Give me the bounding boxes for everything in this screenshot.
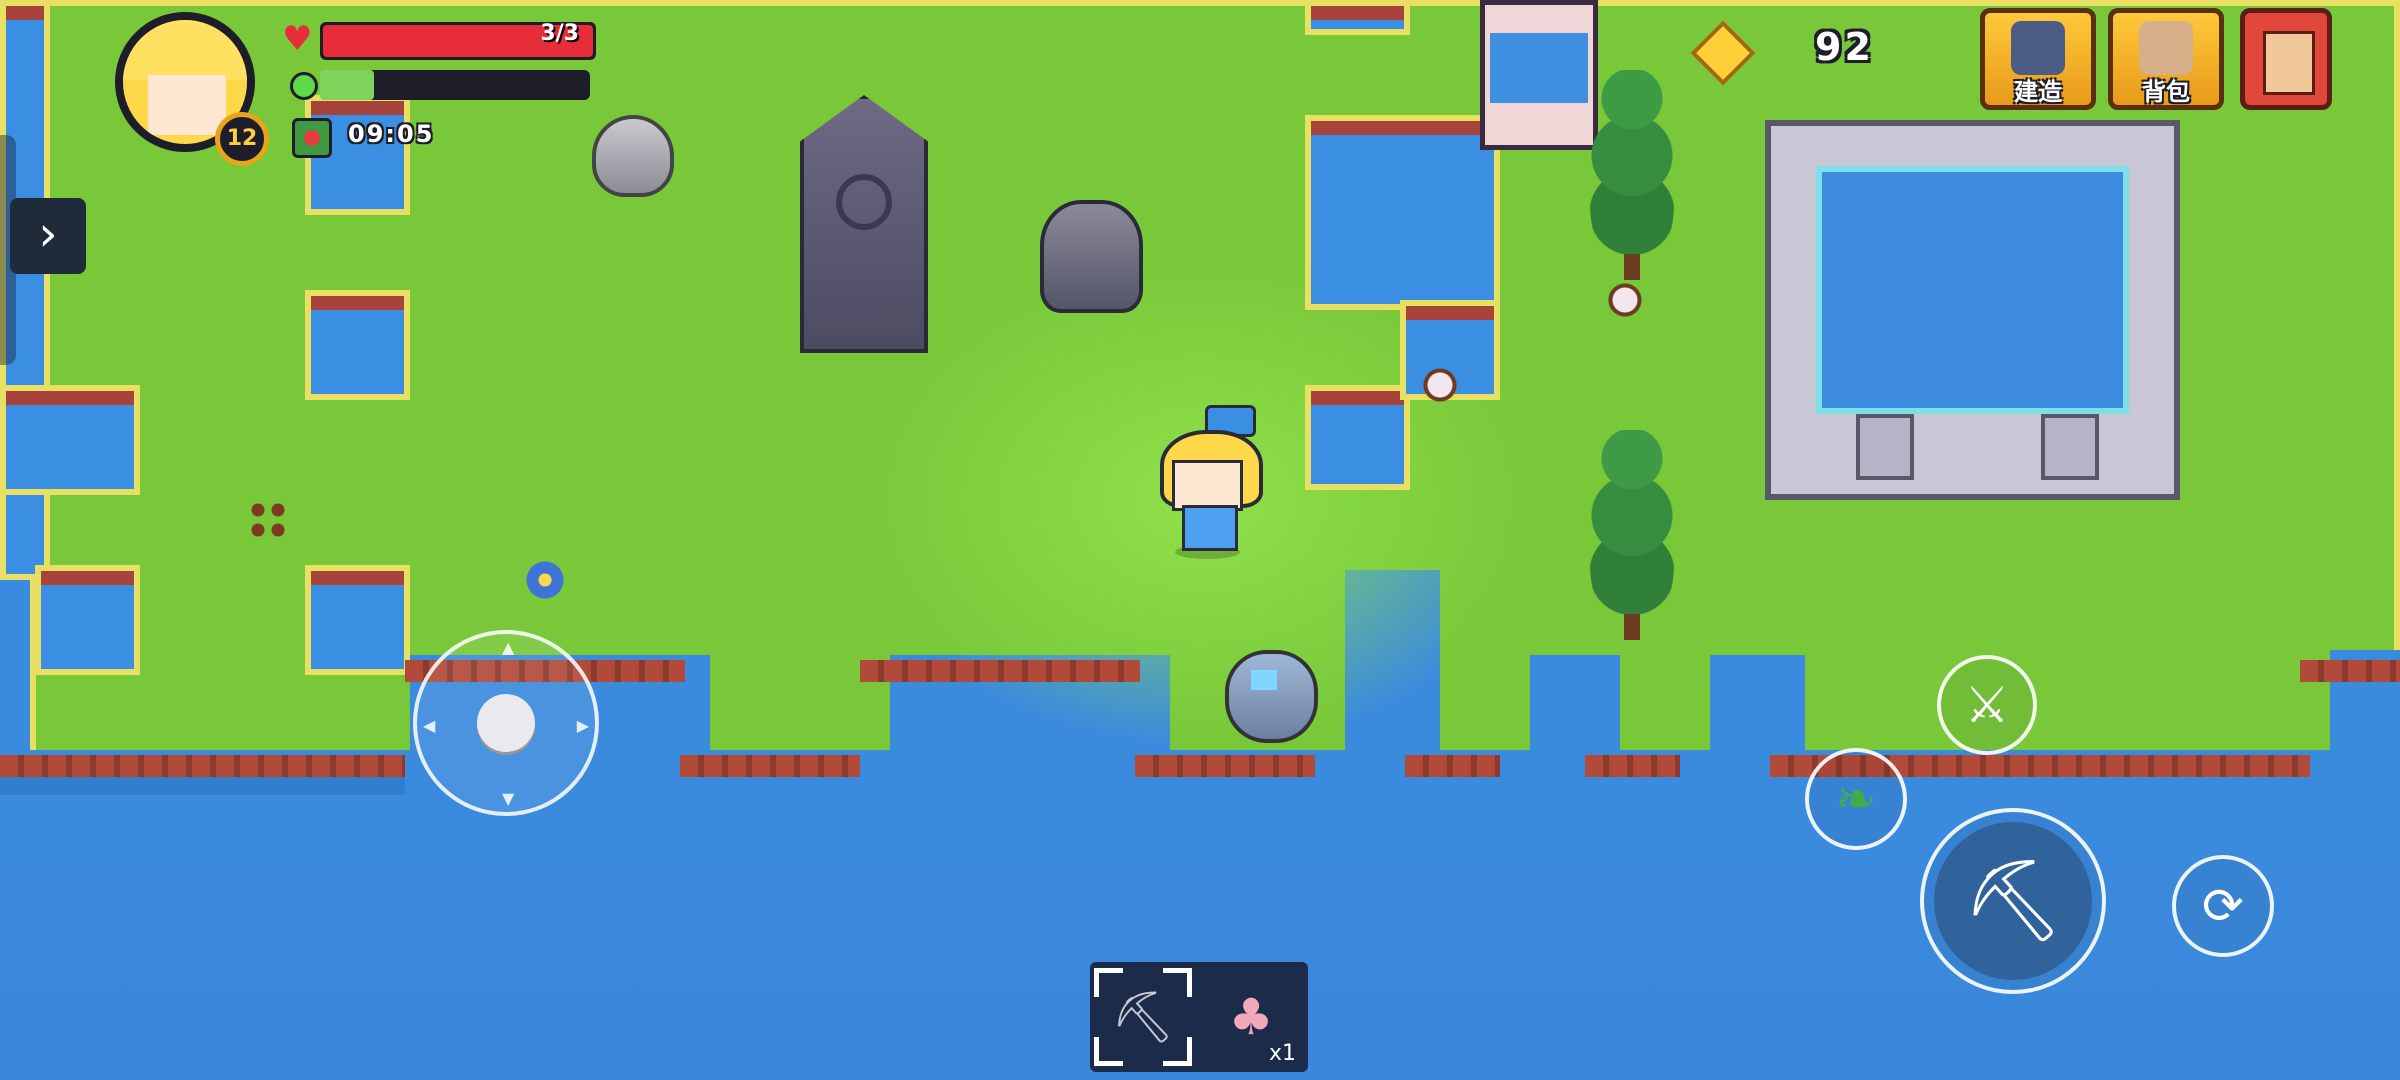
stone-shrine[interactable] [1765,120,2180,500]
backpack-button[interactable]: 背包 [2108,8,2224,110]
pond [305,565,410,675]
build-label: 建造 [2014,78,2062,106]
backpack-icon [2139,21,2193,75]
level-badge: 12 [215,112,269,166]
joystick-right-arrow-icon: ▶ [576,716,589,735]
cliff-edge [2300,660,2400,682]
iron-ore-rock[interactable] [1225,650,1318,743]
quest-scroll-button[interactable] [2240,8,2332,110]
build-button[interactable]: 建造 [1980,8,2096,110]
avatar-hair [123,20,247,80]
mine-button[interactable]: ⛏ [1920,808,2106,994]
energy-icon [290,72,318,100]
item-quantity: x1 [1268,1041,1296,1066]
pickaxe-icon: ⛏ [1962,854,2064,947]
cliff-reflection [0,777,405,795]
backpack-label: 背包 [2142,78,2190,106]
anvil-icon [2011,21,2065,75]
pine-tree[interactable] [1590,70,1674,280]
use-item-button[interactable]: ❧ [1805,748,1907,850]
player-character [1150,405,1268,559]
pond [35,565,140,675]
blanket [1490,33,1588,103]
shrine-pillar [1856,414,1914,480]
cliff-edge [680,755,860,777]
hotbar-slot-1[interactable]: ⛏ [1094,968,1192,1066]
movement-joystick[interactable]: ▲ ▼ ◀ ▶ [413,630,599,816]
swap-icon: ⟳ [2202,877,2244,935]
sword-icon: ⚔ [1964,676,2010,734]
attack-button[interactable]: ⚔ [1937,655,2037,755]
energy-bar [320,70,590,100]
player-face [1172,460,1243,511]
gravestone[interactable] [800,95,928,353]
bed[interactable] [1480,0,1598,150]
cotton-plant[interactable] [1420,365,1460,405]
energy-fill [320,70,374,100]
pine-tree[interactable] [1590,430,1674,640]
pond [0,385,140,495]
pond [305,290,410,400]
food-buff-icon [292,118,332,158]
blue-flower[interactable] [525,560,565,600]
player-body [1182,505,1238,551]
shrine-pool [1816,166,2129,414]
pond [1305,385,1410,490]
joystick-down-arrow-icon: ▼ [502,789,515,808]
cliff-edge [1585,755,1680,777]
health-text: 3/3 [540,21,579,46]
joystick-left-arrow-icon: ◀ [423,716,436,735]
chevron-right-icon: › [38,206,58,262]
hotbar: ⛏ ♣ x1 [1090,962,1308,1072]
cliff-edge [0,755,405,777]
hotbar-slot-2[interactable]: ♣ x1 [1202,968,1300,1066]
berry-sprouts[interactable] [248,500,288,540]
side-menu-toggle-button[interactable]: › [10,198,86,274]
joystick-knob[interactable] [477,694,535,752]
rosette-carving [836,174,892,230]
buff-timer: 09:05 [348,120,435,148]
coin-count: 92 [1815,25,1874,69]
rock[interactable] [592,115,674,197]
joystick-up-arrow-icon: ▲ [502,638,515,657]
health-bar: 3/3 [320,21,596,60]
pickaxe-icon: ⛏ [1111,987,1175,1046]
stone-statue[interactable] [1040,200,1143,313]
cucumber-icon: ❧ [1835,770,1877,828]
cliff-edge [1135,755,1315,777]
avatar-face [148,75,226,135]
cotton-plant[interactable] [1605,280,1645,320]
scroll-icon [2263,31,2315,95]
heart-icon: ♥ [282,19,313,59]
pond [1305,115,1500,310]
cliff-edge [1405,755,1500,777]
cliff-edge [860,660,1140,682]
pond [1305,0,1410,35]
shrine-pillar [2041,414,2099,480]
swap-tool-button[interactable]: ⟳ [2172,855,2274,957]
